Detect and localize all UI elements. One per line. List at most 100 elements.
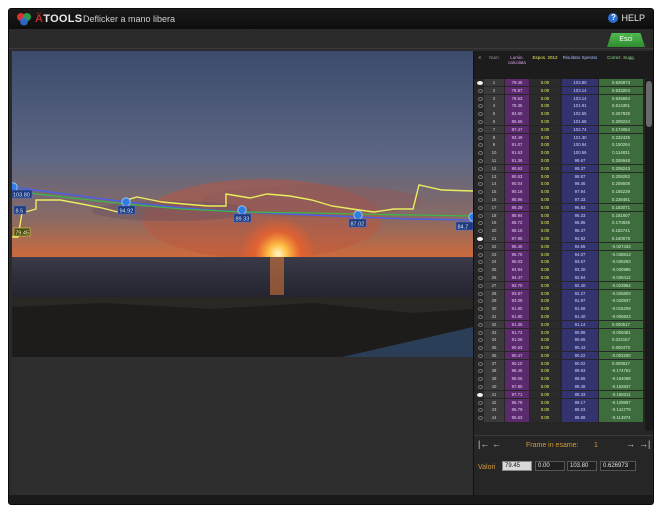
value-lum-field[interactable]: 79.45 xyxy=(502,461,532,471)
table-row[interactable]: 39 98.06 0.00 89.65 -0.164068 xyxy=(474,375,653,383)
keyframe-marker[interactable] xyxy=(476,321,484,328)
keyframe-marker[interactable] xyxy=(476,87,484,94)
keyframe-marker[interactable] xyxy=(476,173,484,180)
table-row[interactable]: 14 90.04 0.00 98.46 0.209508 xyxy=(474,180,653,188)
keyframe-marker[interactable] xyxy=(476,118,484,125)
table-row[interactable]: 1 79.45 0.00 103.80 0.626973 xyxy=(474,79,653,87)
table-row[interactable]: 15 90.16 0.00 97.94 0.185239 xyxy=(474,188,653,196)
table-row[interactable]: 16 88.96 0.00 97.33 0.238481 xyxy=(474,195,653,204)
table-row[interactable]: 18 88.94 0.00 96.33 0.181607 xyxy=(474,211,653,220)
table-row[interactable]: 2 78.87 0.00 103.14 0.633204 xyxy=(474,86,653,95)
table-row[interactable]: 21 87.95 0.00 94.92 0.160678 xyxy=(474,234,653,243)
first-frame-button[interactable]: |← xyxy=(478,439,489,449)
keyframe-marker[interactable] xyxy=(476,360,484,367)
table-row[interactable]: 10 91.53 0.00 100.56 0.114831 xyxy=(474,149,653,157)
keyframe-marker[interactable] xyxy=(476,134,484,141)
keyframe-marker[interactable] xyxy=(476,282,484,289)
table-row[interactable]: 36 90.47 0.00 90.22 -0.002200 xyxy=(474,351,653,360)
keyframe-marker[interactable] xyxy=(476,212,484,219)
table-row[interactable]: 23 95.75 0.00 94.07 -0.038813 xyxy=(474,250,653,259)
table-row[interactable]: 43 96.79 0.00 89.03 -0.141779 xyxy=(474,406,653,414)
table-row[interactable]: 8 83.49 0.00 101.30 0.232435 xyxy=(474,133,653,142)
keyframe-marker[interactable] xyxy=(476,235,484,242)
keyframe-marker[interactable] xyxy=(476,196,484,203)
keyframe-marker[interactable] xyxy=(476,95,484,102)
table-row[interactable]: 19 88.72 0.00 95.85 0.170836 xyxy=(474,219,653,227)
table-row[interactable]: 31 91.90 0.00 91.40 -0.006823 xyxy=(474,312,653,321)
keyframe-marker[interactable] xyxy=(476,290,484,297)
table-scrollbar[interactable] xyxy=(645,79,653,431)
keyframe-marker[interactable] xyxy=(476,102,484,109)
keyframe-marker[interactable] xyxy=(476,126,484,133)
keyframe-marker[interactable] xyxy=(476,149,484,156)
table-row[interactable]: 20 88.16 0.00 95.37 0.182741 xyxy=(474,227,653,235)
frames-table[interactable]: 1 79.45 0.00 103.80 0.626973 2 78.87 0.00 103.14… xyxy=(474,79,653,431)
table-row[interactable]: 3 79.53 0.00 103.14 0.625684 xyxy=(474,94,653,103)
table-row[interactable]: 11 91.36 0.00 99.67 0.206948 xyxy=(474,156,653,165)
keyframe-marker[interactable] xyxy=(476,180,484,187)
keyframe-marker[interactable] xyxy=(476,141,484,148)
table-row[interactable]: 9 91.07 0.00 100.94 0.150264 xyxy=(474,141,653,149)
keyframe-marker[interactable] xyxy=(476,297,484,304)
keyframe-marker[interactable] xyxy=(476,352,484,359)
keyframe-marker[interactable] xyxy=(476,406,484,413)
table-row[interactable]: 7 87.47 0.00 102.74 0.174064 xyxy=(474,125,653,134)
keyframe-marker[interactable] xyxy=(476,383,484,390)
table-row[interactable]: 34 91.06 0.00 90.65 0.022167 xyxy=(474,336,653,344)
keyframe-marker[interactable] xyxy=(476,414,484,421)
keyframe-marker[interactable] xyxy=(476,336,484,343)
keyframe-marker[interactable] xyxy=(476,165,484,172)
table-row[interactable]: 26 94.47 0.00 92.94 -0.028412 xyxy=(474,273,653,282)
table-row[interactable]: 17 89.29 0.00 96.83 0.183071 xyxy=(474,203,653,212)
keyframe-marker[interactable] xyxy=(476,399,484,406)
table-row[interactable]: 13 90.53 0.00 98.87 0.208282 xyxy=(474,172,653,181)
image-viewer[interactable]: 103.80 79.45 8.5 94.92 89.33 87.02 84.7 xyxy=(12,51,473,357)
table-row[interactable]: 32 91.36 0.00 91.14 0.000517 xyxy=(474,320,653,329)
keyframe-marker[interactable] xyxy=(476,313,484,320)
table-row[interactable]: 37 90.10 0.00 90.02 0.009527 xyxy=(474,359,653,368)
exit-button[interactable]: Esci xyxy=(607,33,645,47)
keyframe-marker[interactable] xyxy=(476,305,484,312)
table-row[interactable]: 25 94.94 0.00 93.30 -0.030986 xyxy=(474,266,653,274)
value-esp-field[interactable]: 0.00 xyxy=(535,461,565,471)
table-row[interactable]: 33 91.72 0.00 90.89 -0.009481 xyxy=(474,328,653,337)
table-row[interactable]: 22 95.45 0.00 94.65 -0.027433 xyxy=(474,242,653,251)
keyframe-marker[interactable] xyxy=(476,188,484,195)
keyframe-marker[interactable] xyxy=(476,204,484,211)
keyframe-marker[interactable] xyxy=(476,391,484,398)
table-row[interactable]: 24 95.03 0.00 93.67 -0.028293 xyxy=(474,258,653,266)
table-row[interactable]: 28 93.87 0.00 92.27 -0.025803 xyxy=(474,289,653,298)
keyframe-marker[interactable] xyxy=(476,79,484,86)
table-row[interactable]: 12 90.62 0.00 99.37 0.208243 xyxy=(474,164,653,173)
table-row[interactable]: 42 96.78 0.00 89.17 -0.129897 xyxy=(474,398,653,407)
table-row[interactable]: 30 91.90 0.00 91.68 -0.015209 xyxy=(474,305,653,313)
value-ris-field[interactable]: 103.80 xyxy=(567,461,597,471)
keyframe-marker[interactable] xyxy=(476,251,484,258)
keyframe-marker[interactable] xyxy=(476,274,484,281)
scroll-thumb[interactable] xyxy=(646,81,652,127)
keyframe-marker[interactable] xyxy=(476,258,484,265)
table-row[interactable]: 4 78.35 0.00 101.91 0.614391 xyxy=(474,102,653,110)
table-row[interactable]: 6 85.66 0.00 101.68 0.209224 xyxy=(474,117,653,126)
table-row[interactable]: 40 97.80 0.00 89.48 -0.162837 xyxy=(474,383,653,391)
keyframe-marker[interactable] xyxy=(476,375,484,382)
table-row[interactable]: 41 97.71 0.00 89.33 -0.168311 xyxy=(474,390,653,399)
table-row[interactable]: 29 93.08 0.00 91.97 -0.020837 xyxy=(474,297,653,305)
keyframe-marker[interactable] xyxy=(476,219,484,226)
keyframe-marker[interactable] xyxy=(476,243,484,250)
keyframe-marker[interactable] xyxy=(476,329,484,336)
table-row[interactable]: 44 95.63 0.00 88.89 -0.114974 xyxy=(474,414,653,422)
keyframe-marker[interactable] xyxy=(476,110,484,117)
value-cor-field[interactable]: 0.626973 xyxy=(600,461,636,471)
keyframe-marker[interactable] xyxy=(476,227,484,234)
keyframe-marker[interactable] xyxy=(476,266,484,273)
last-frame-button[interactable]: →| xyxy=(639,439,650,449)
next-frame-button[interactable]: → xyxy=(626,439,635,449)
keyframe-marker[interactable] xyxy=(476,157,484,164)
table-row[interactable]: 27 93.70 0.00 92.40 -0.023964 xyxy=(474,281,653,290)
table-row[interactable]: 5 84.60 0.00 102.55 0.267835 xyxy=(474,110,653,118)
keyframe-marker[interactable] xyxy=(476,367,484,374)
table-row[interactable]: 38 98.45 0.00 89.83 -0.174762 xyxy=(474,367,653,375)
keyframe-marker[interactable] xyxy=(476,344,484,351)
help-button[interactable]: ? HELP xyxy=(608,13,645,23)
